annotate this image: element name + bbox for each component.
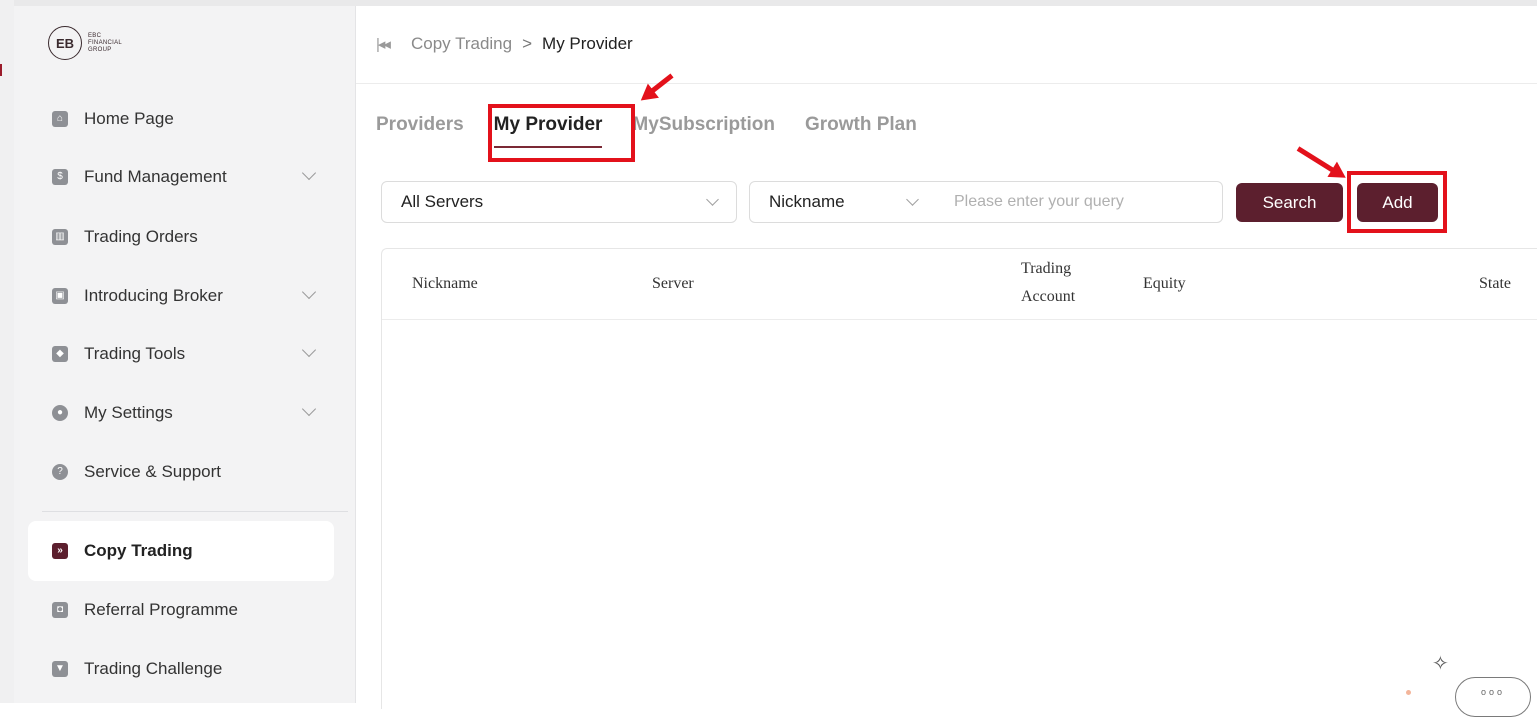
toolbox-icon: ◆ bbox=[52, 346, 68, 362]
sidebar-item-label: Introducing Broker bbox=[84, 286, 223, 305]
tab-my-subscription[interactable]: MySubscription bbox=[632, 114, 775, 136]
field-select-value: Nickname bbox=[769, 192, 845, 211]
chevron-down-icon bbox=[301, 284, 317, 300]
sparkle-dot bbox=[1406, 690, 1411, 695]
server-select-value: All Servers bbox=[401, 192, 484, 211]
sidebar-item-label: Copy Trading bbox=[84, 541, 193, 560]
chat-bubble-icon[interactable]: ooo bbox=[1455, 677, 1531, 717]
search-button[interactable]: Search bbox=[1236, 183, 1343, 222]
field-select[interactable]: Nickname bbox=[749, 181, 937, 223]
chevron-down-icon bbox=[906, 193, 919, 206]
breadcrumb: |◂◂ Copy Trading > My Provider bbox=[376, 34, 633, 54]
sidebar-item-service-support[interactable]: ? Service & Support bbox=[28, 449, 334, 495]
logo-mark: EB bbox=[48, 26, 82, 60]
sidebar-item-label: Referral Programme bbox=[84, 600, 238, 619]
breadcrumb-separator: > bbox=[522, 34, 533, 53]
sidebar-item-label: Trading Challenge bbox=[84, 659, 223, 678]
sidebar-item-label: Home Page bbox=[84, 109, 174, 128]
fund-icon: $ bbox=[52, 169, 68, 185]
sidebar-item-referral-programme[interactable]: ◘ Referral Programme bbox=[28, 587, 334, 633]
copy-trading-icon: » bbox=[52, 543, 68, 559]
header-divider bbox=[356, 83, 1537, 84]
sidebar-item-copy-trading[interactable]: » Copy Trading bbox=[28, 521, 334, 581]
chevron-down-icon bbox=[301, 165, 317, 181]
sidebar-item-trading-orders[interactable]: ▥ Trading Orders bbox=[28, 214, 334, 260]
sidebar-item-label: Trading Orders bbox=[84, 227, 198, 246]
trophy-icon: ▼ bbox=[52, 661, 68, 677]
chevron-down-icon bbox=[301, 401, 317, 417]
sidebar-item-home-page[interactable]: ⌂ Home Page bbox=[28, 96, 334, 142]
edge-marker bbox=[0, 64, 2, 76]
logo-line-3: GROUP bbox=[88, 46, 112, 53]
home-icon: ⌂ bbox=[52, 111, 68, 127]
column-header-state: State bbox=[1479, 275, 1511, 292]
sidebar-item-label: My Settings bbox=[84, 403, 173, 422]
sidebar-item-label: Trading Tools bbox=[84, 344, 186, 363]
help-icon: ? bbox=[52, 464, 68, 480]
highlight-box-my-provider bbox=[488, 104, 635, 162]
chart-icon: ▥ bbox=[52, 229, 68, 245]
sidebar-item-trading-challenge[interactable]: ▼ Trading Challenge bbox=[28, 646, 334, 692]
tab-growth-plan[interactable]: Growth Plan bbox=[805, 114, 917, 136]
column-header-equity: Equity bbox=[1143, 275, 1186, 292]
sidebar-item-fund-management[interactable]: $ Fund Management bbox=[28, 154, 334, 200]
breadcrumb-current: My Provider bbox=[542, 34, 633, 53]
sidebar: EB EBC FINANCIAL GROUP ⌂ Home Page $ Fun… bbox=[14, 6, 356, 703]
logo-text: EBC FINANCIAL GROUP bbox=[88, 33, 122, 54]
broker-icon: ▣ bbox=[52, 288, 68, 304]
provider-table: Nickname Server Trading Account Equity S… bbox=[381, 248, 1537, 709]
sparkle-icon: ✧ bbox=[1432, 653, 1449, 675]
logo-line-1: EBC bbox=[88, 32, 102, 39]
sidebar-divider bbox=[42, 511, 348, 512]
tab-bar: Providers My Provider MySubscription Gro… bbox=[376, 114, 947, 148]
user-icon: ● bbox=[52, 405, 68, 421]
column-header-account: Account bbox=[1021, 288, 1076, 305]
column-header-server: Server bbox=[652, 275, 694, 292]
tab-providers[interactable]: Providers bbox=[376, 114, 464, 136]
column-header-trading: Trading bbox=[1021, 260, 1072, 277]
server-select[interactable]: All Servers bbox=[381, 181, 737, 223]
chevron-down-icon bbox=[301, 342, 317, 358]
logo[interactable]: EB EBC FINANCIAL GROUP bbox=[48, 26, 122, 60]
search-input[interactable] bbox=[936, 181, 1223, 223]
logo-line-2: FINANCIAL bbox=[88, 39, 123, 46]
table-header: Nickname Server Trading Account Equity S… bbox=[382, 249, 1537, 320]
collapse-sidebar-icon[interactable]: |◂◂ bbox=[376, 35, 391, 53]
sidebar-item-my-settings[interactable]: ● My Settings bbox=[28, 390, 334, 436]
sidebar-item-introducing-broker[interactable]: ▣ Introducing Broker bbox=[28, 273, 334, 319]
left-edge bbox=[0, 0, 14, 703]
breadcrumb-parent[interactable]: Copy Trading bbox=[411, 34, 512, 54]
chevron-down-icon bbox=[706, 193, 719, 206]
column-header-nickname: Nickname bbox=[412, 275, 478, 292]
sidebar-item-label: Service & Support bbox=[84, 462, 222, 481]
sidebar-item-trading-tools[interactable]: ◆ Trading Tools bbox=[28, 331, 334, 377]
highlight-box-add bbox=[1347, 171, 1447, 233]
sidebar-item-label: Fund Management bbox=[84, 167, 227, 186]
referral-icon: ◘ bbox=[52, 602, 68, 618]
